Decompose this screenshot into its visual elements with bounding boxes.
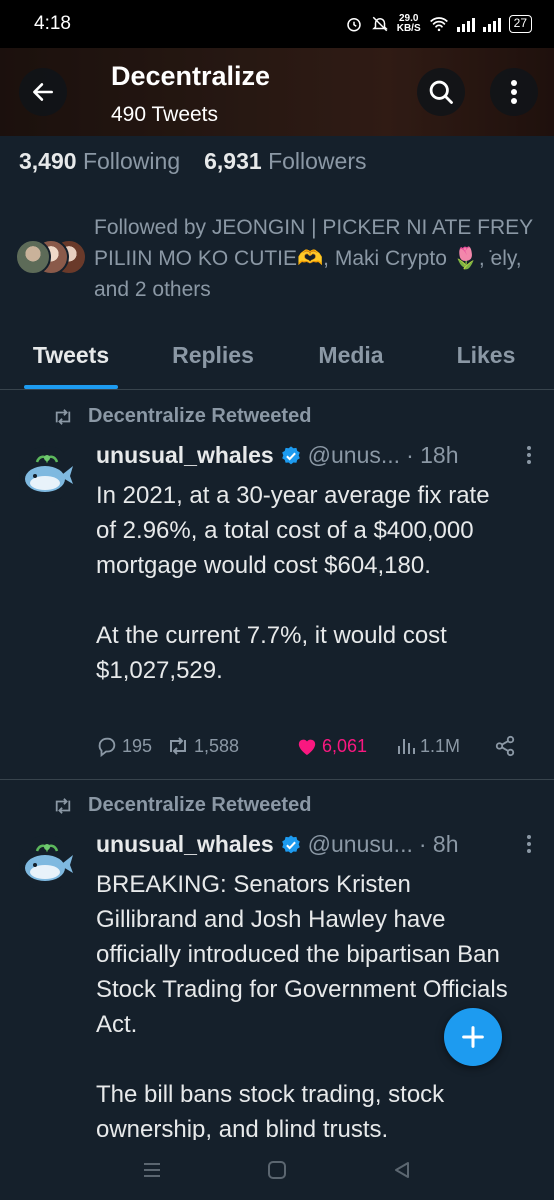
net-speed: 29.0 KB/S <box>396 13 421 34</box>
tweet-actions: 195 1,588 6,061 1.1M <box>96 735 526 757</box>
alarm-icon <box>346 18 361 32</box>
followers-link[interactable]: 6,931 Followers <box>204 148 366 175</box>
retweet-button[interactable]: 1,588 <box>166 736 296 757</box>
status-time: 4:18 <box>34 13 71 34</box>
tab-replies[interactable]: Replies <box>142 330 284 389</box>
compose-plus-icon <box>462 1026 484 1048</box>
recent-apps-icon[interactable] <box>142 1161 162 1179</box>
back-arrow-icon <box>33 83 53 101</box>
whale-avatar-icon <box>25 844 73 881</box>
system-nav-bar <box>0 1140 554 1200</box>
search-button[interactable] <box>417 68 465 116</box>
home-icon[interactable] <box>267 1160 287 1180</box>
verified-badge-icon <box>281 834 300 853</box>
follower-avatars <box>15 239 90 279</box>
reply-icon <box>98 737 116 757</box>
battery-indicator: 27 <box>508 15 532 33</box>
follow-stats: 3,490 Following 6,931 Followers <box>19 148 366 175</box>
more-options-button[interactable] <box>490 68 538 116</box>
author-name[interactable]: unusual_whales <box>96 442 274 469</box>
verified-badge-icon <box>281 445 300 464</box>
more-vertical-icon <box>527 446 531 464</box>
profile-tabs: Tweets Replies Media Likes <box>0 330 554 390</box>
retweet-context: Decentralize Retweeted <box>52 794 311 817</box>
avatar <box>15 239 51 275</box>
followed-by-row[interactable]: Followed by JEONGIN | PICKER NI ATE FREY… <box>15 212 535 305</box>
author-handle: @unus... <box>307 442 401 468</box>
views-button[interactable]: 1.1M <box>396 736 494 757</box>
like-button[interactable]: 6,061 <box>296 736 396 757</box>
back-button[interactable] <box>19 68 67 116</box>
tweet-text: In 2021, at a 30-year average fix rate o… <box>96 482 490 684</box>
more-vertical-icon <box>527 835 531 853</box>
tweet-header: unusual_whales @unus... · 18h <box>96 442 459 469</box>
avatar[interactable] <box>19 446 75 502</box>
tweet-count: 490 Tweets <box>111 103 219 126</box>
share-icon <box>495 735 515 757</box>
reply-button[interactable]: 195 <box>96 735 166 757</box>
heart-icon <box>298 739 316 756</box>
author-handle: @unusu... <box>307 831 413 857</box>
tab-media[interactable]: Media <box>284 330 418 389</box>
retweet-context: Decentralize Retweeted <box>52 405 311 428</box>
retweet-icon <box>55 797 71 814</box>
followed-by-text: Followed by JEONGIN | PICKER NI ATE FREY… <box>94 216 533 301</box>
status-bar: 4:18 29.0 KB/S 27 <box>0 0 554 48</box>
avatar[interactable] <box>19 835 75 891</box>
share-button[interactable] <box>494 735 516 757</box>
retweet-icon <box>55 408 71 425</box>
compose-tweet-button[interactable] <box>444 1008 502 1066</box>
author-name[interactable]: unusual_whales <box>96 831 274 858</box>
tab-tweets[interactable]: Tweets <box>0 330 142 389</box>
more-vertical-icon <box>511 80 517 104</box>
tweet-more-button[interactable] <box>526 444 532 471</box>
active-tab-indicator <box>24 385 118 389</box>
status-icons: 29.0 KB/S 27 <box>345 14 532 34</box>
retweet-icon <box>170 737 186 755</box>
tweet-time: · 8h <box>418 831 459 857</box>
profile-name: Decentralize <box>111 61 271 91</box>
tab-likes[interactable]: Likes <box>418 330 554 389</box>
tweet-header: unusual_whales @unusu... · 8h <box>96 831 459 858</box>
views-icon <box>398 739 415 754</box>
whale-avatar-icon <box>25 455 73 492</box>
tweet-more-button[interactable] <box>526 833 532 860</box>
wifi-icon <box>429 17 448 32</box>
signal-2-icon <box>482 16 501 32</box>
tweet[interactable]: Decentralize Retweeted unusual_whales @u… <box>0 781 554 1181</box>
mute-bell-icon <box>371 16 388 32</box>
profile-header: Decentralize 490 Tweets <box>0 48 554 136</box>
search-icon <box>429 80 453 104</box>
back-nav-icon[interactable] <box>392 1160 412 1180</box>
signal-icon <box>456 16 475 32</box>
following-link[interactable]: 3,490 Following <box>19 148 180 175</box>
tweet[interactable]: Decentralize Retweeted unusual_whales @u… <box>0 392 554 780</box>
tweet-time: · 18h <box>406 442 459 468</box>
